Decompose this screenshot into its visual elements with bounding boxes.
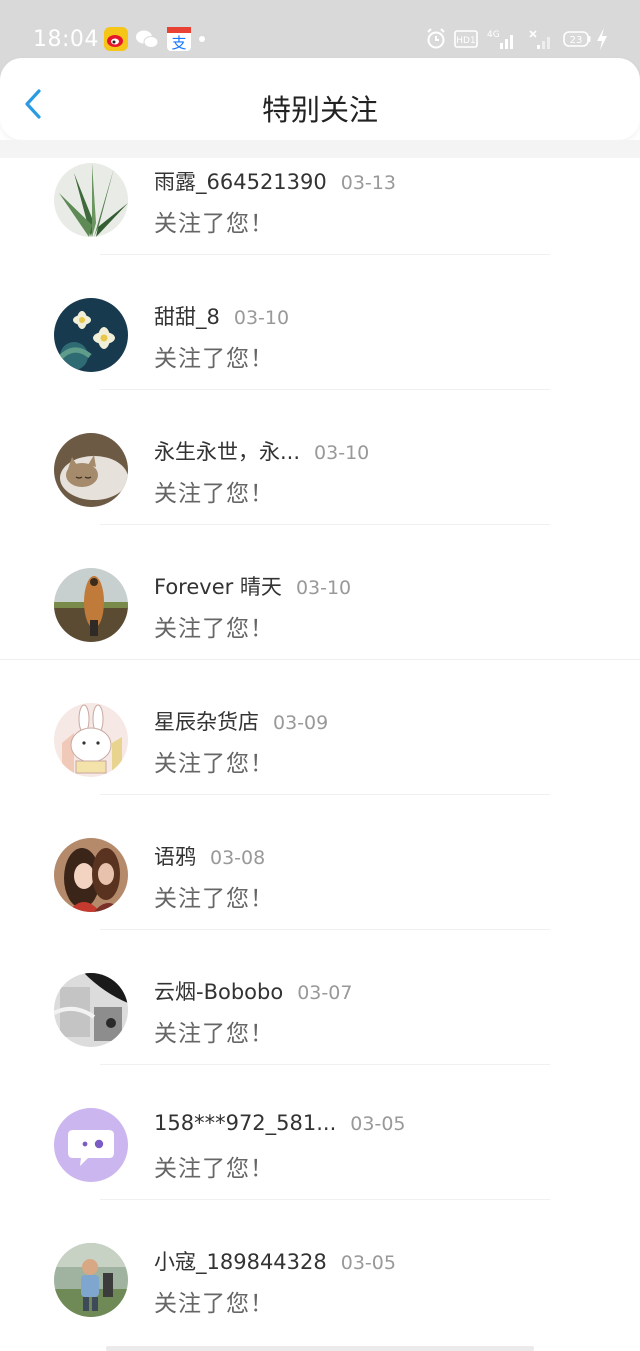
svg-text:支: 支 (171, 34, 186, 51)
header-shadow (0, 140, 640, 158)
bottom-bar (106, 1346, 534, 1351)
follow-message: 关注了您！ (154, 346, 274, 372)
header-bar: 特别关注 (0, 58, 640, 140)
follow-date: 03-13 (340, 172, 396, 194)
alipay-icon: 支 (167, 27, 191, 51)
list-item[interactable]: 雨露_664521390 03-13 关注了您！ (0, 158, 640, 293)
list-item[interactable]: 星辰杂货店 03-09 关注了您！ (0, 698, 640, 833)
follow-message: 关注了您！ (154, 886, 274, 912)
divider (100, 524, 550, 525)
follow-date: 03-10 (295, 577, 352, 599)
avatar[interactable] (54, 568, 128, 642)
follow-date: 03-05 (350, 1113, 406, 1135)
divider (100, 389, 550, 390)
follow-message: 关注了您！ (154, 211, 274, 237)
weibo-icon (104, 27, 128, 51)
avatar[interactable] (54, 163, 128, 237)
avatar[interactable] (54, 973, 128, 1047)
avatar[interactable] (54, 703, 128, 777)
follow-message: 关注了您！ (154, 751, 274, 777)
divider (100, 929, 550, 930)
4g-signal-icon: 4G (487, 30, 513, 49)
divider (100, 1199, 550, 1200)
status-time: 18:04 (33, 27, 99, 52)
username[interactable]: 雨露_664521390 (154, 170, 327, 194)
follow-date: 03-10 (314, 442, 370, 464)
hd-icon: HD1 (454, 30, 478, 48)
avatar[interactable] (54, 298, 128, 372)
follow-message: 关注了您！ (154, 616, 274, 642)
page-title: 特别关注 (261, 93, 378, 127)
avatar[interactable] (54, 1243, 128, 1317)
list-item[interactable]: 158***972_581... 03-05 关注了您！ (0, 1103, 640, 1238)
username[interactable]: Forever 晴天 (154, 575, 282, 599)
svg-text:23: 23 (570, 35, 583, 46)
divider (100, 794, 550, 795)
username[interactable]: 永生永世，永... (154, 440, 300, 464)
follow-date: 03-05 (340, 1252, 396, 1274)
follow-date: 03-08 (210, 847, 266, 869)
list-item[interactable]: 语鸦 03-08 关注了您！ (0, 833, 640, 968)
follow-list: 雨露_664521390 03-13 关注了您！ 甜甜_8 03-10 关注了您… (0, 158, 640, 1351)
follow-message: 关注了您！ (154, 481, 274, 507)
follow-message: 关注了您！ (154, 1021, 274, 1047)
follow-date: 03-09 (273, 712, 329, 734)
avatar[interactable] (54, 1108, 128, 1182)
svg-text:4G: 4G (487, 30, 500, 40)
signal-icon (529, 30, 550, 49)
follow-message: 关注了您！ (154, 1291, 274, 1317)
list-item[interactable]: 云烟-Bobobo 03-07 关注了您！ (0, 968, 640, 1103)
divider (100, 254, 550, 255)
follow-message: 关注了您！ (154, 1156, 274, 1182)
divider (100, 1064, 550, 1065)
list-item[interactable]: Forever 晴天 03-10 关注了您！ (0, 563, 640, 698)
follow-date: 03-10 (233, 307, 290, 329)
list-item[interactable]: 小寇_189844328 03-05 关注了您！ (0, 1238, 640, 1351)
charging-icon (597, 28, 607, 50)
username[interactable]: 星辰杂货店 (154, 710, 259, 734)
wechat-icon (136, 30, 159, 48)
username[interactable]: 甜甜_8 (154, 305, 220, 329)
list-item[interactable]: 永生永世，永... 03-10 关注了您！ (0, 428, 640, 563)
list-item[interactable]: 甜甜_8 03-10 关注了您！ (0, 293, 640, 428)
avatar[interactable] (54, 838, 128, 912)
follow-date: 03-07 (297, 982, 353, 1004)
alarm-icon (427, 28, 445, 49)
notification-dot (199, 36, 205, 42)
username[interactable]: 小寇_189844328 (154, 1250, 327, 1274)
username[interactable]: 语鸦 (154, 845, 196, 869)
battery-icon: 23 (563, 31, 591, 47)
section-divider (0, 659, 640, 660)
username[interactable]: 云烟-Bobobo (154, 980, 283, 1004)
username[interactable]: 158***972_581... (154, 1111, 336, 1135)
svg-text:HD1: HD1 (456, 36, 475, 46)
avatar[interactable] (54, 433, 128, 507)
